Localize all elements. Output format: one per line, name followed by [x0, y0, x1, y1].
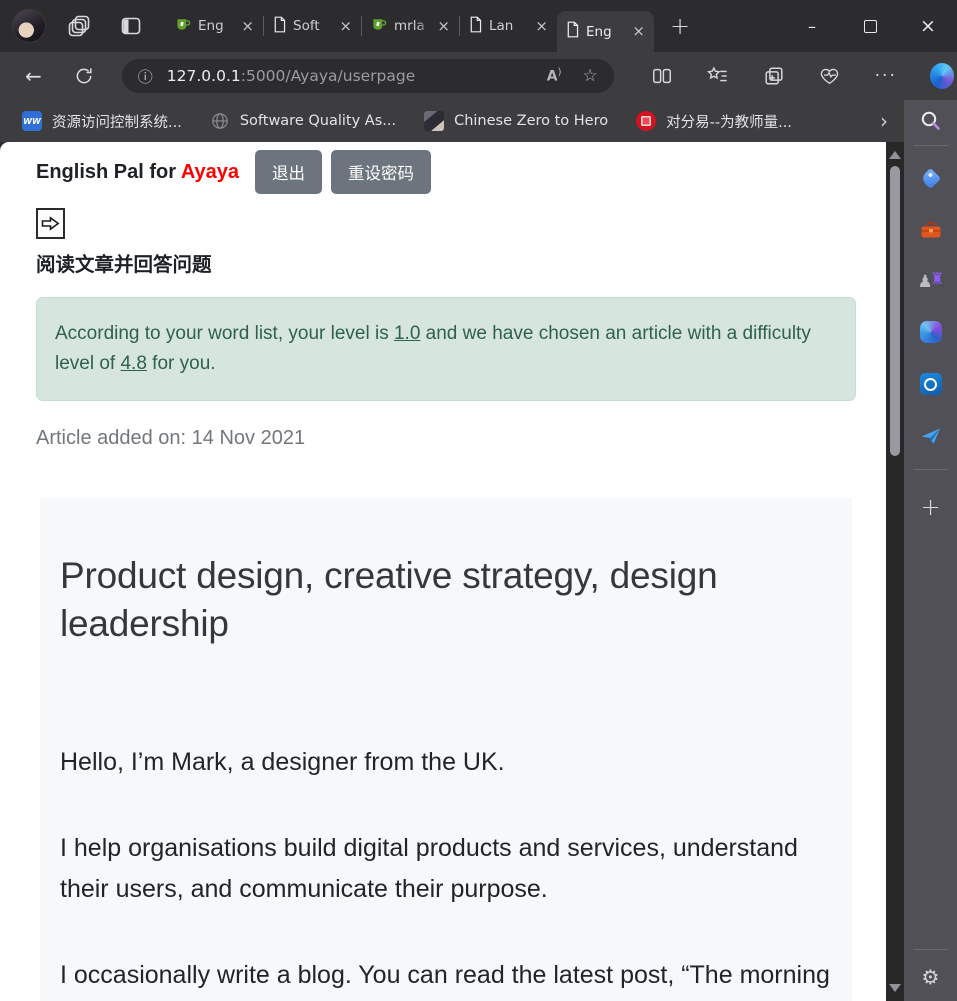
scrollbar-thumb[interactable]	[890, 166, 900, 456]
tab-close-icon[interactable]: ×	[241, 18, 254, 34]
bookmark-3[interactable]: Chinese Zero to Hero	[424, 111, 608, 131]
duifenyi-logo-icon	[636, 111, 657, 131]
address-bar[interactable]: ⓘ 127.0.0.1:5000/Ayaya/userpage A) ☆	[121, 59, 614, 93]
tab-4[interactable]: Lan ×	[460, 0, 557, 52]
new-tab-button[interactable]: +	[670, 14, 690, 38]
bookmark-label: Software Quality As...	[239, 113, 397, 129]
page-content: English Pal for Ayaya 退出 重设密码 阅读文章并回答问题 …	[0, 142, 886, 1001]
workspaces-icon[interactable]	[66, 13, 92, 39]
tab-close-icon[interactable]: ×	[339, 18, 352, 34]
title-bar: Eng × Soft × mrla × Lan × Eng × + – ×	[0, 0, 957, 52]
page-header: English Pal for Ayaya 退出 重设密码	[36, 150, 856, 194]
tab-close-icon[interactable]: ×	[632, 24, 645, 39]
browser-window: Eng × Soft × mrla × Lan × Eng × + – × ← …	[0, 0, 957, 1001]
url-text: 127.0.0.1:5000/Ayaya/userpage	[166, 67, 416, 85]
tab-label: Soft	[293, 18, 320, 34]
sidebar-divider	[913, 469, 948, 470]
favorite-star-icon[interactable]: ☆	[583, 66, 598, 86]
globe-icon	[210, 111, 230, 131]
user-level-link[interactable]: 1.0	[394, 323, 420, 344]
task-heading: 阅读文章并回答问题	[36, 254, 212, 276]
bookmark-4[interactable]: 对分易--为教师量...	[636, 111, 792, 132]
bookmark-2[interactable]: Software Quality As...	[210, 111, 396, 131]
article-title: Product design, creative strategy, desig…	[60, 555, 718, 644]
favorites-bar-icon[interactable]	[706, 64, 730, 88]
tab-5-active[interactable]: Eng ×	[557, 11, 654, 52]
bookmark-1[interactable]: WW 资源访问控制系统...	[22, 111, 182, 132]
sidebar-settings-icon[interactable]: ⚙	[922, 965, 940, 989]
settings-more-icon[interactable]: ···	[874, 64, 898, 88]
article-card: Product design, creative strategy, desig…	[40, 498, 852, 1001]
maximize-button[interactable]	[841, 0, 899, 52]
right-arrow-icon	[41, 216, 60, 231]
article-paragraph: I occasionally write a blog. You can rea…	[60, 961, 830, 989]
back-icon[interactable]: ←	[25, 66, 42, 86]
photo-icon	[424, 111, 445, 131]
next-article-button[interactable]	[36, 208, 65, 239]
games-icon[interactable]: ♟ ♜	[918, 269, 945, 293]
bookmarks-overflow-icon[interactable]: ›	[880, 109, 888, 133]
reset-password-button[interactable]: 重设密码	[331, 150, 432, 194]
tab-strip: Eng × Soft × mrla × Lan × Eng ×	[166, 0, 654, 52]
tab-label: mrla	[394, 18, 425, 34]
collections-icon[interactable]	[762, 64, 786, 88]
tab-close-icon[interactable]: ×	[437, 18, 450, 34]
tab-label: Lan	[489, 18, 514, 34]
article-difficulty-link[interactable]: 4.8	[120, 353, 146, 374]
profile-avatar[interactable]	[12, 9, 46, 43]
level-notice: According to your word list, your level …	[36, 297, 856, 401]
tab-close-icon[interactable]: ×	[535, 18, 548, 34]
maximize-icon	[863, 19, 877, 33]
split-screen-icon[interactable]	[650, 64, 674, 88]
logout-button[interactable]: 退出	[255, 150, 323, 194]
tab-actions-icon[interactable]	[118, 13, 144, 39]
scroll-up-icon[interactable]	[889, 151, 901, 159]
gitea-cup-icon	[371, 16, 387, 36]
read-aloud-icon[interactable]: A)	[547, 67, 562, 85]
document-icon	[273, 16, 286, 37]
bookmark-label: 资源访问控制系统...	[52, 114, 182, 131]
document-icon	[469, 16, 482, 37]
refresh-icon[interactable]	[74, 66, 94, 86]
gitea-cup-icon	[175, 16, 191, 36]
navigation-toolbar: ← ⓘ 127.0.0.1:5000/Ayaya/userpage A) ☆ ·…	[0, 52, 957, 100]
article-paragraph: I help organisations build digital produ…	[60, 834, 798, 903]
site-info-icon[interactable]: ⓘ	[138, 66, 153, 87]
close-button[interactable]: ×	[899, 0, 957, 52]
copilot-icon[interactable]	[929, 63, 954, 89]
sidebar-divider	[913, 949, 948, 950]
shopping-tag-icon[interactable]	[918, 165, 944, 191]
ww-logo-icon: WW	[22, 111, 42, 131]
sidebar-divider	[913, 145, 948, 146]
article-added-date: Article added on: 14 Nov 2021	[36, 427, 306, 449]
edge-sidebar: ♟ ♜ + ⚙	[904, 100, 957, 1001]
sidebar-add-icon[interactable]: +	[920, 495, 940, 519]
bookmark-label: 对分易--为教师量...	[666, 114, 792, 131]
minimize-button[interactable]: –	[783, 0, 841, 52]
scroll-down-icon[interactable]	[889, 984, 901, 992]
microsoft-365-icon[interactable]	[918, 319, 944, 345]
bookmark-label: Chinese Zero to Hero	[454, 113, 609, 129]
page-scrollbar[interactable]	[886, 142, 904, 1001]
bookmarks-bar: WW 资源访问控制系统... Software Quality As... Ch…	[0, 100, 904, 142]
tab-label: Eng	[198, 18, 224, 34]
tab-1[interactable]: Eng ×	[166, 0, 263, 52]
drop-paper-plane-icon[interactable]	[918, 423, 944, 449]
sidebar-search-icon[interactable]	[918, 108, 944, 134]
username: Ayaya	[180, 160, 240, 183]
tab-3[interactable]: mrla ×	[362, 0, 459, 52]
tab-label: Eng	[586, 23, 612, 40]
outlook-icon[interactable]	[918, 371, 944, 397]
tab-2[interactable]: Soft ×	[264, 0, 361, 52]
window-controls: – ×	[783, 0, 957, 52]
toolbox-icon[interactable]	[918, 217, 944, 243]
document-icon	[566, 21, 579, 42]
page-title: English Pal for Ayaya	[36, 160, 240, 183]
browser-essentials-icon[interactable]	[818, 64, 842, 88]
article-paragraph: Hello, I’m Mark, a designer from the UK.	[60, 748, 505, 776]
